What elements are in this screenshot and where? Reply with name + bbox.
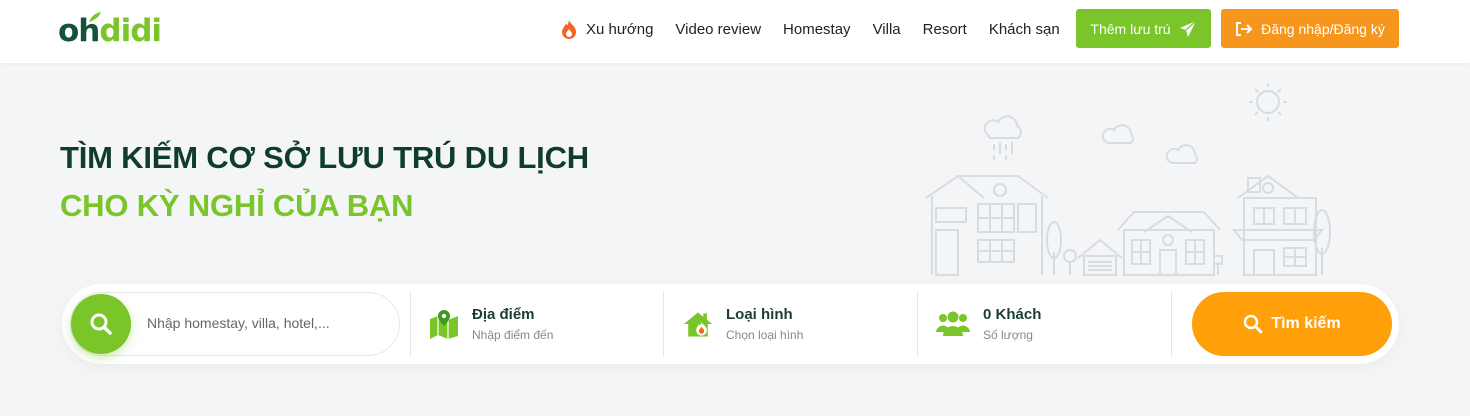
search-submit-button[interactable]: Tìm kiếm [1192,292,1392,356]
sign-in-icon [1236,21,1253,36]
nav-item-label: Villa [872,20,901,38]
hero-title: TÌM KIẾM CƠ SỞ LƯU TRÚ DU LỊCH [60,140,589,175]
leaf-icon [89,12,101,22]
location-placeholder: Nhập điểm đến [472,328,554,342]
login-register-label: Đăng nhập/Đăng ký [1261,20,1385,37]
fire-icon [562,20,576,39]
nav-item-label: Xu hướng [586,20,654,38]
site-header: oh didi Xu hướng Video review Homestay Vi… [0,0,1470,63]
logo-text-didi: didi [99,13,162,49]
nav-item-resort[interactable]: Resort [923,21,967,38]
nav-item-video-review[interactable]: Video review [675,21,761,38]
keyword-search-input[interactable] [147,315,387,331]
keyword-search-box [70,292,400,356]
divider [410,292,411,356]
search-bar: Địa điểm Nhập điểm đến Loại hình Chọn lo… [62,284,1399,364]
nav-item-label: Resort [922,20,967,38]
divider [663,292,664,356]
map-pin-icon [428,308,460,340]
location-label: Địa điểm [472,306,535,323]
add-listing-button[interactable]: Thêm lưu trú [1076,9,1211,48]
guests-caption: Số lượng [983,328,1033,342]
divider [1171,292,1172,356]
nav-item-label: Homestay [783,20,851,38]
property-type-placeholder: Chọn loại hình [726,328,804,342]
guests-field[interactable]: 0 Khách Số lượng [935,302,1041,346]
divider [917,292,918,356]
paper-plane-icon [1179,20,1196,37]
nav-item-trending[interactable]: Xu hướng [560,19,653,39]
search-icon [1244,314,1263,334]
users-icon [935,308,971,340]
nav-item-label: Khách sạn [988,20,1060,38]
location-field[interactable]: Địa điểm Nhập điểm đến [428,302,553,346]
guests-count: 0 Khách [983,306,1042,323]
hero-subtitle: CHO KỲ NGHỈ CỦA BẠN [60,188,414,223]
house-fire-icon [682,308,714,340]
search-icon [90,313,112,335]
nav-item-hotel[interactable]: Khách sạn [989,21,1060,38]
houses-illustration [925,83,1331,276]
search-circle-button[interactable] [71,294,131,354]
property-type-field[interactable]: Loại hình Chọn loại hình [682,302,803,346]
nav-item-label: Video review [675,20,762,38]
main-nav: Xu hướng Video review Homestay Villa Res… [560,18,1082,40]
logo[interactable]: oh didi [58,12,162,49]
nav-item-homestay[interactable]: Homestay [783,21,851,38]
property-type-label: Loại hình [726,306,793,323]
search-submit-label: Tìm kiếm [1271,315,1341,332]
login-register-button[interactable]: Đăng nhập/Đăng ký [1221,9,1399,48]
add-listing-label: Thêm lưu trú [1090,20,1171,37]
nav-item-villa[interactable]: Villa [873,21,901,38]
